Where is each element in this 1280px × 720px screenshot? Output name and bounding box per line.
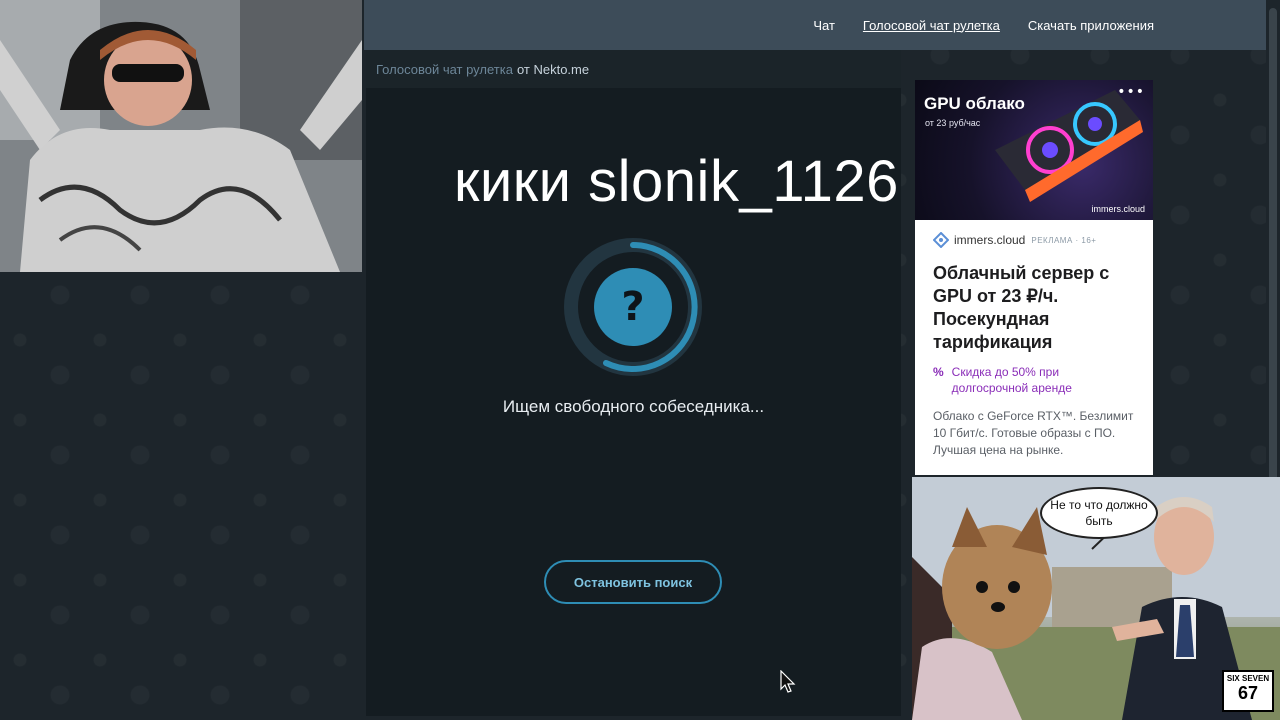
nav-link-chat[interactable]: Чат: [813, 18, 835, 33]
webcam-overlay: [0, 0, 362, 272]
nav-link-download-apps[interactable]: Скачать приложения: [1028, 18, 1154, 33]
chat-header-by: от Nekto.me: [516, 61, 590, 77]
chat-header: Голосовой чат рулетка от Nekto.me: [366, 50, 901, 88]
chat-header-link[interactable]: Голосовой чат рулетка: [376, 62, 513, 77]
percent-icon: %: [933, 365, 944, 379]
stream-overlay-caption: кики slonik_1126: [454, 149, 899, 214]
badge-number: 67: [1237, 683, 1259, 703]
badge-top-text: SIX SEVEN: [1226, 674, 1270, 683]
ad-banner-brand: immers.cloud: [1091, 204, 1145, 214]
nav-link-voice-roulette[interactable]: Голосовой чат рулетка: [863, 18, 1000, 33]
ad-promo-text: Скидка до 50% при долгосрочной аренде: [951, 365, 1072, 395]
search-spinner: ?: [562, 236, 704, 378]
ad-brand-row: immers.cloud РЕКЛАМА · 16+: [933, 232, 1135, 248]
cloud-logo-icon: [933, 232, 949, 248]
mouse-cursor-icon: [780, 670, 796, 693]
webcam-person-image: [0, 0, 362, 272]
advertisement-card[interactable]: GPU облако от 23 руб/час ••• immers.clou…: [915, 80, 1153, 475]
ad-description: Облако с GeForce RTX™. Безлимит 10 Гбит/…: [933, 409, 1134, 457]
ad-brand-name[interactable]: immers.cloud: [954, 233, 1025, 247]
six-seven-badge: SIX SEVEN 67: [1222, 670, 1274, 712]
ad-body: immers.cloud РЕКЛАМА · 16+ Облачный серв…: [915, 220, 1153, 459]
ad-banner-subtitle: от 23 руб/час: [925, 118, 981, 128]
searching-status-text: Ищем свободного собеседника...: [502, 397, 765, 416]
ad-promo: % Скидка до 50% при долгосрочной аренде: [933, 364, 1135, 396]
more-options-icon[interactable]: •••: [1117, 84, 1145, 100]
meme-image-overlay: Не то что должно быть SIX SEVEN 67: [912, 477, 1280, 720]
ad-banner-title: GPU облако: [924, 94, 1025, 113]
speech-bubble: Не то что должно быть: [1040, 487, 1158, 539]
question-mark-icon: ?: [594, 268, 672, 346]
top-navigation: Чат Голосовой чат рулетка Скачать прилож…: [364, 0, 1266, 50]
ad-headline[interactable]: Облачный сервер с GPU от 23 ₽/ч. Посекун…: [933, 262, 1135, 354]
stop-search-button[interactable]: Остановить поиск: [544, 560, 722, 604]
ad-mark: РЕКЛАМА · 16+: [1031, 235, 1097, 245]
ad-banner: GPU облако от 23 руб/час ••• immers.clou…: [915, 80, 1153, 220]
